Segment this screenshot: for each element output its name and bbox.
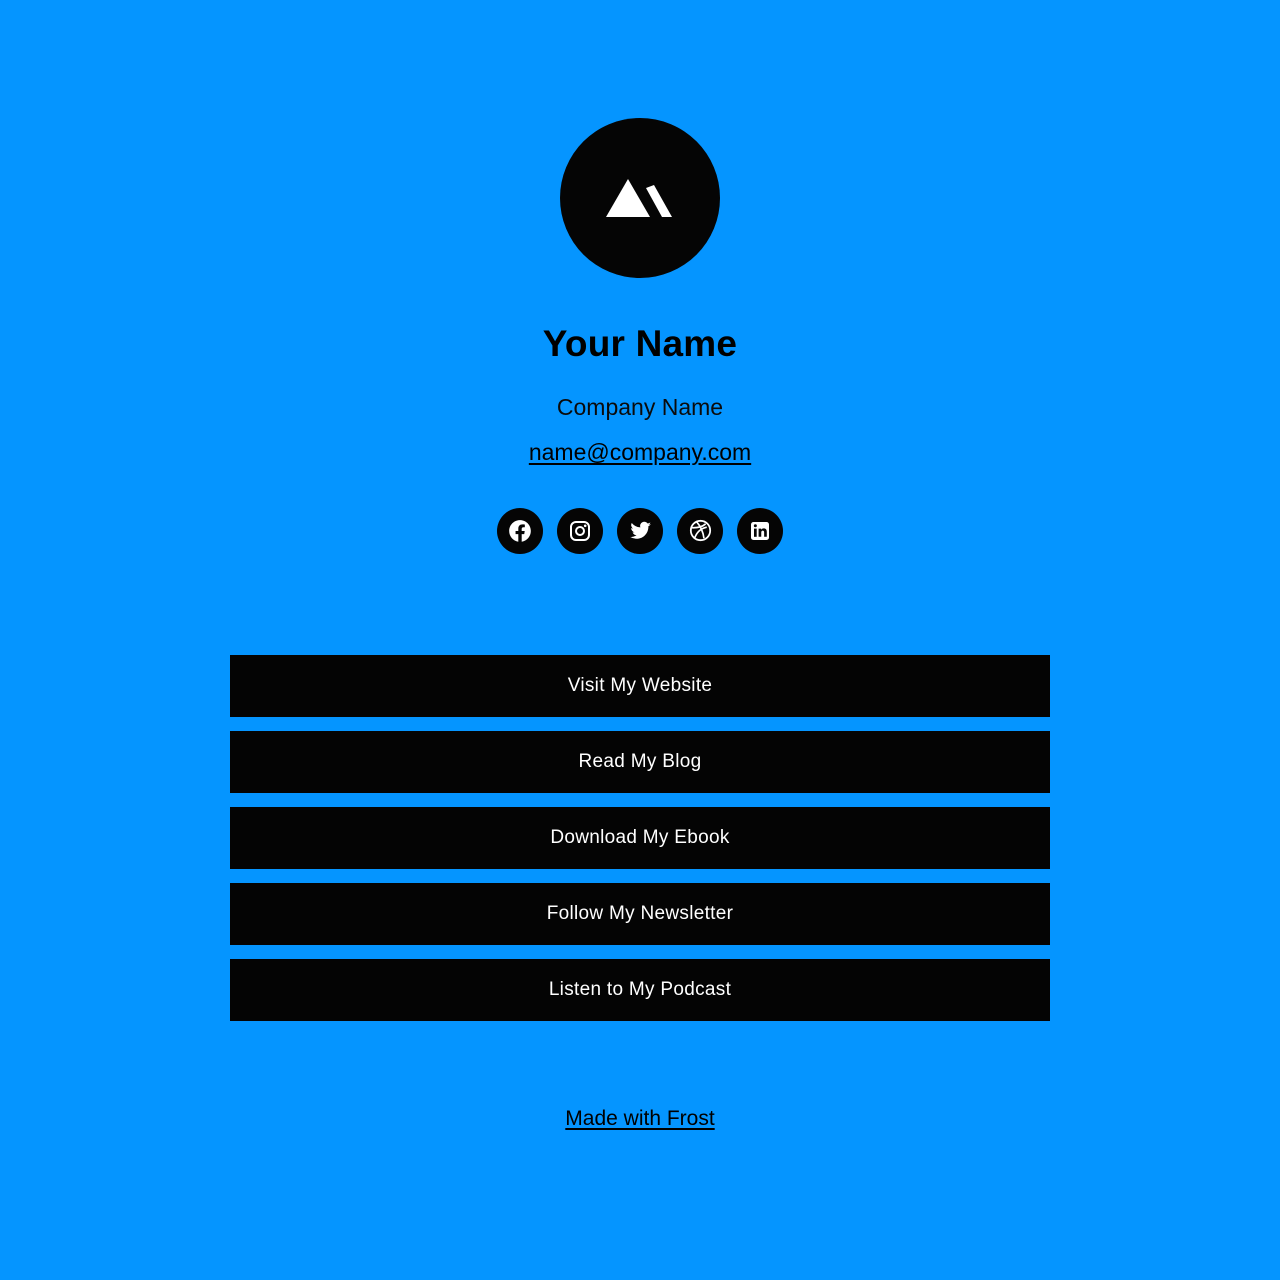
footer: Made with Frost [0,1107,1280,1131]
social-link-instagram[interactable] [557,507,603,554]
social-link-twitter[interactable] [617,507,663,554]
link-button-label: Read My Blog [578,751,702,773]
instagram-icon [568,519,592,543]
link-in-bio-page: Your Name Company Name name@company.com [0,0,1280,1280]
link-button-label: Download My Ebook [550,827,730,849]
link-button-listen-to-my-podcast[interactable]: Listen to My Podcast [230,958,1050,1021]
made-with-frost-link[interactable]: Made with Frost [565,1107,714,1131]
link-button-visit-my-website[interactable]: Visit My Website [230,654,1050,717]
dribbble-icon [688,518,713,543]
social-link-dribbble[interactable] [677,507,723,554]
avatar-container [560,118,720,278]
linkedin-icon [748,519,772,543]
email-link[interactable]: name@company.com [529,439,751,467]
social-link-facebook[interactable] [497,507,543,554]
social-links [497,507,783,554]
company-name: Company Name [556,393,724,420]
link-button-read-my-blog[interactable]: Read My Blog [230,730,1050,793]
mountain-logo-icon [604,173,676,223]
link-button-follow-my-newsletter[interactable]: Follow My Newsletter [230,882,1050,945]
twitter-icon [628,518,653,543]
link-button-download-my-ebook[interactable]: Download My Ebook [230,806,1050,869]
identity-block: Your Name Company Name name@company.com [0,278,1280,467]
page-title: Your Name [542,323,738,364]
social-link-linkedin[interactable] [737,507,783,554]
link-button-list: Visit My Website Read My Blog Download M… [230,654,1050,1021]
link-button-label: Follow My Newsletter [546,903,734,925]
link-button-label: Listen to My Podcast [548,979,732,1001]
avatar [560,118,720,278]
link-button-label: Visit My Website [567,675,713,697]
facebook-icon [507,518,533,544]
